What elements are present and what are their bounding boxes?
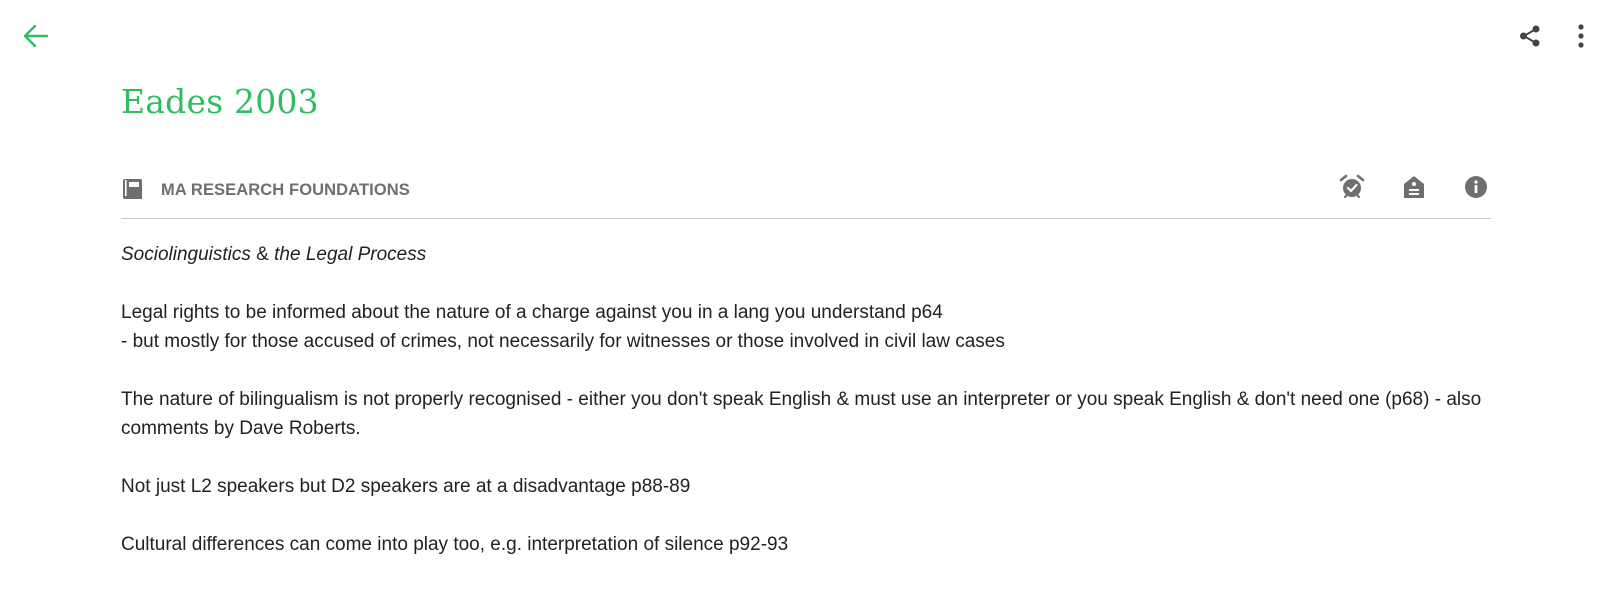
note-body[interactable]: Sociolinguistics & the Legal Process Leg… — [121, 240, 1501, 588]
share-icon — [1518, 24, 1542, 53]
tag-button[interactable] — [1401, 174, 1427, 205]
back-button[interactable] — [14, 18, 58, 58]
more-options-button[interactable] — [1566, 18, 1596, 58]
paragraph-1-line-2: - but mostly for those accused of crimes… — [121, 331, 1005, 352]
subtitle-ampersand: & — [250, 244, 275, 265]
alarm-check-icon — [1339, 174, 1365, 205]
more-vertical-icon — [1576, 23, 1586, 54]
subtitle-part-1: Sociolinguistics — [121, 244, 251, 265]
paragraph-3: Not just L2 speakers but D2 speakers are… — [121, 476, 691, 497]
paragraph-1-line-1: Legal rights to be informed about the na… — [121, 302, 943, 323]
notebook-icon — [121, 177, 145, 201]
top-bar — [0, 0, 1600, 76]
paragraph-4: Cultural differences can come into play … — [121, 534, 789, 555]
notebook-bar: MA RESEARCH FOUNDATIONS — [121, 168, 1491, 219]
notebook-name[interactable]: MA RESEARCH FOUNDATIONS — [161, 181, 410, 200]
subtitle-part-2: the Legal Process — [274, 244, 427, 265]
note-subtitle: Sociolinguistics & the Legal Process — [121, 240, 1501, 269]
info-button[interactable] — [1463, 175, 1489, 204]
tag-icon — [1402, 174, 1426, 205]
reminder-button[interactable] — [1339, 174, 1365, 205]
note-title[interactable]: Eades 2003 — [121, 82, 319, 121]
info-icon — [1464, 175, 1488, 204]
note-view: Eades 2003 MA RESEARCH FOUNDATIONS Socio… — [0, 0, 1600, 600]
share-button[interactable] — [1508, 18, 1552, 58]
arrow-left-icon — [22, 22, 50, 55]
paragraph-2: The nature of bilingualism is not proper… — [121, 389, 1482, 439]
